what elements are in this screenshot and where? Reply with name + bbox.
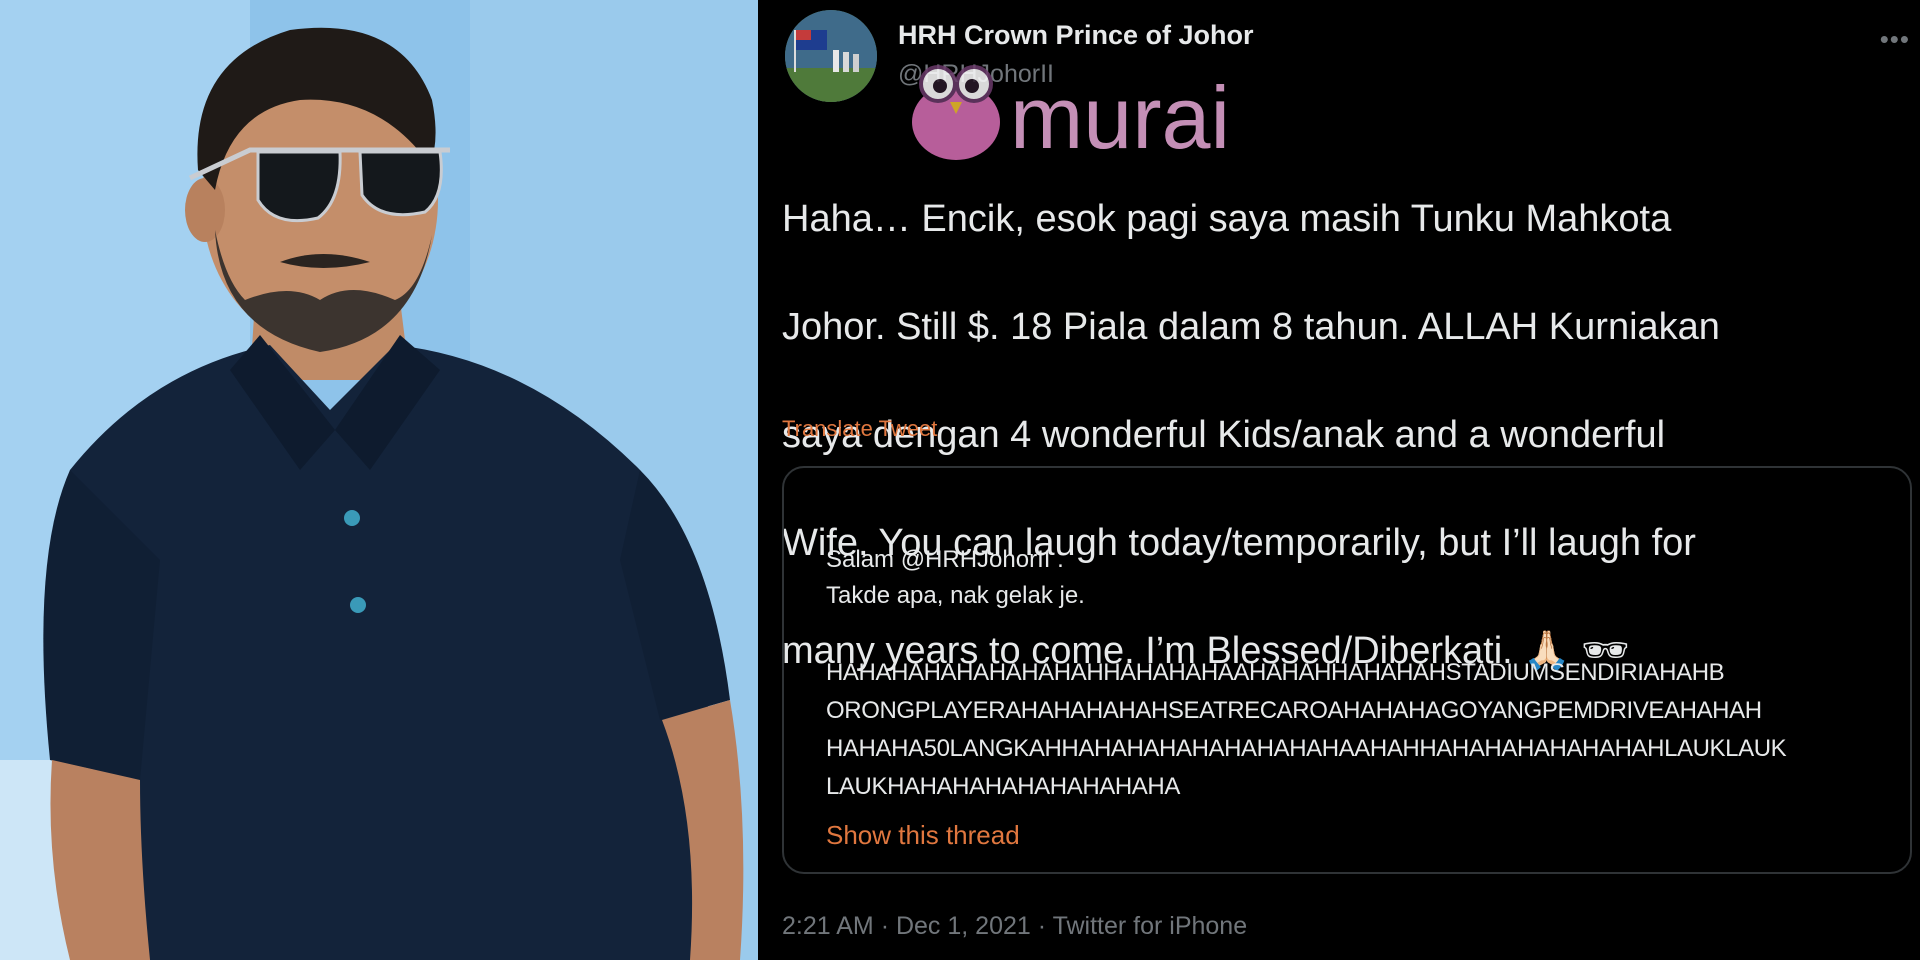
quote-laugh-text: HAHAHAHAHAHAHAHAHHAHAHAHAAHAHAHHAHAHAHST… xyxy=(826,654,1896,806)
quote-caps-line: HAHAHA50LANGKAHHAHAHAHAHAHAHAHAHAAHAHHAH… xyxy=(826,735,1787,762)
meta-separator: · xyxy=(1037,912,1047,940)
meta-separator: · xyxy=(880,912,890,940)
portrait-illustration xyxy=(0,0,758,960)
quote-line-greeting: Salam @HRHJohorII . xyxy=(826,546,1064,573)
portrait-photo xyxy=(0,0,758,960)
show-thread-link[interactable]: Show this thread xyxy=(826,820,1020,851)
quote-caps-line: HAHAHAHAHAHAHAHAHHAHAHAHAAHAHAHHAHAHAHST… xyxy=(826,659,1725,686)
avatar-image xyxy=(785,10,877,102)
tweet-body-line: Johor. Still $. 18 Piala dalam 8 tahun. … xyxy=(782,306,1720,348)
tweet-body-line: Haha… Encik, esok pagi saya masih Tunku … xyxy=(782,198,1672,240)
screenshot-frame: HRH Crown Prince of Johor @HRHJohorII ••… xyxy=(0,0,1920,960)
quoted-tweet-card[interactable]: Salam @HRHJohorII . Takde apa, nak gelak… xyxy=(782,466,1912,874)
tweet-date[interactable]: Dec 1, 2021 xyxy=(896,912,1031,940)
profile-avatar[interactable] xyxy=(785,10,877,102)
tweet-time[interactable]: 2:21 AM xyxy=(782,912,874,940)
quote-caps-line: ORONGPLAYERAHAHAHAHAHSEATRECAROAHAHAHAGO… xyxy=(826,697,1762,724)
display-name[interactable]: HRH Crown Prince of Johor xyxy=(898,20,1254,51)
tweet-metadata: 2:21 AM · Dec 1, 2021 · Twitter for iPho… xyxy=(782,912,1247,941)
more-dots-icon[interactable]: ••• xyxy=(1880,24,1910,55)
quote-caps-line: LAUKHAHAHAHAHAHAHAHAHA xyxy=(826,773,1180,800)
tweet-panel: HRH Crown Prince of Johor @HRHJohorII ••… xyxy=(758,0,1920,960)
translate-tweet-link[interactable]: Translate Tweet xyxy=(782,416,937,442)
quote-line-message: Takde apa, nak gelak je. xyxy=(826,582,1085,609)
tweet-body-line: saya dengan 4 wonderful Kids/anak and a … xyxy=(782,414,1666,456)
user-handle[interactable]: @HRHJohorII xyxy=(898,60,1054,89)
tweet-source: Twitter for iPhone xyxy=(1052,912,1248,940)
